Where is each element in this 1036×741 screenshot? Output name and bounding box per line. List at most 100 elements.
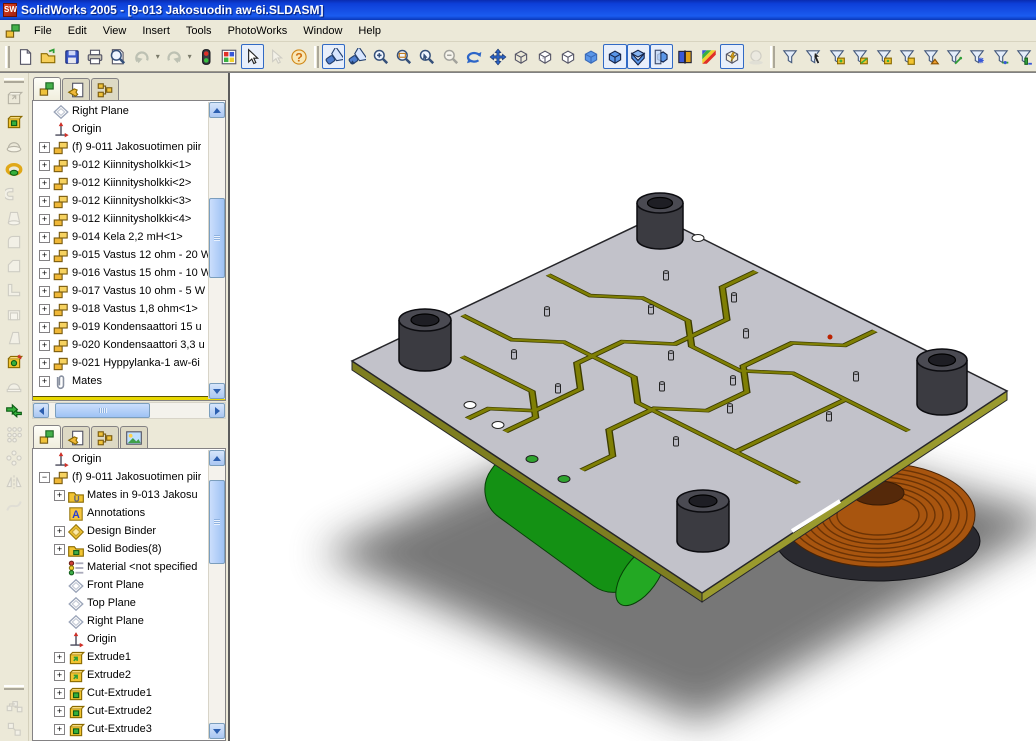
tree-item[interactable]: +9-021 Hyppylanka-1 aw-6i	[33, 354, 208, 372]
tree-item[interactable]: +9-012 Kiinnitysholkki<2>	[33, 174, 208, 192]
menu-file[interactable]: File	[26, 22, 60, 40]
tree-item[interactable]: +9-014 Kela 2,2 mH<1>	[33, 228, 208, 246]
hole-wizard-button[interactable]	[2, 350, 27, 374]
shaded-button[interactable]	[627, 44, 650, 69]
tree-item[interactable]: +Design Binder	[33, 522, 208, 540]
render-colors-button[interactable]	[697, 44, 720, 69]
expand-toggle[interactable]: +	[39, 142, 50, 153]
tree-item[interactable]: +9-012 Kiinnitysholkki<1>	[33, 156, 208, 174]
tree-item[interactable]: +9-016 Vastus 15 ohm - 10 W	[33, 264, 208, 282]
menu-insert[interactable]: Insert	[134, 22, 178, 40]
print-preview-button[interactable]	[107, 44, 130, 69]
tree-item[interactable]: AAnnotations	[33, 504, 208, 522]
pan-button[interactable]	[486, 44, 509, 69]
tree-item[interactable]: Front Plane	[33, 576, 208, 594]
extruded-cut-button[interactable]	[2, 110, 27, 134]
scroll-up-button[interactable]	[209, 102, 225, 118]
tree-item[interactable]: Origin	[33, 630, 208, 648]
toolbar-grip[interactable]	[770, 46, 775, 68]
menu-photoworks[interactable]: PhotoWorks	[220, 22, 296, 40]
toolbar-grip[interactable]	[4, 78, 24, 83]
filter-faces-button[interactable]	[825, 44, 848, 69]
expand-toggle[interactable]: +	[39, 214, 50, 225]
expand-toggle[interactable]: +	[54, 670, 65, 681]
tree-item[interactable]: +9-018 Vastus 1,8 ohm<1>	[33, 300, 208, 318]
section-view-button[interactable]	[650, 44, 673, 69]
tree-item[interactable]: +Cut-Extrude1	[33, 684, 208, 702]
filter-surface-bodies-button[interactable]	[919, 44, 942, 69]
expand-toggle[interactable]: +	[54, 526, 65, 537]
rollback-bar[interactable]	[33, 396, 225, 400]
expand-toggle[interactable]: +	[54, 688, 65, 699]
move-component-button[interactable]	[2, 398, 27, 422]
tree-item[interactable]: −(f) 9-011 Jakosuotimen piir	[33, 468, 208, 486]
horizontal-scrollbar[interactable]	[32, 402, 226, 419]
featuremanager-tab[interactable]	[33, 425, 61, 448]
save-button[interactable]	[60, 44, 83, 69]
filter-solid-bodies-button[interactable]	[895, 44, 918, 69]
scroll-left-button[interactable]	[33, 403, 49, 418]
expand-toggle[interactable]: +	[39, 322, 50, 333]
tree-item[interactable]: +Extrude2	[33, 666, 208, 684]
filter-vertices-button[interactable]	[872, 44, 895, 69]
help-button[interactable]: ?	[288, 44, 311, 69]
featuremanager-tab[interactable]	[33, 77, 61, 100]
expand-toggle[interactable]: +	[54, 652, 65, 663]
expand-toggle[interactable]: +	[39, 286, 50, 297]
scroll-up-button[interactable]	[209, 450, 225, 466]
revolved-cut-button[interactable]	[2, 158, 27, 182]
tree-item[interactable]: Right Plane	[33, 612, 208, 630]
expand-toggle[interactable]: −	[39, 472, 50, 483]
scroll-thumb[interactable]	[55, 403, 150, 418]
print-button[interactable]	[83, 44, 106, 69]
zoom-in-out-button[interactable]	[369, 44, 392, 69]
graphics-viewport[interactable]	[228, 73, 1036, 741]
propertymanager-tab[interactable]	[62, 78, 90, 100]
menu-tools[interactable]: Tools	[178, 22, 220, 40]
expand-toggle[interactable]: +	[39, 178, 50, 189]
rebuild-button[interactable]	[194, 44, 217, 69]
filter-axes-button[interactable]	[942, 44, 965, 69]
tree-item[interactable]: Origin	[33, 120, 208, 138]
tree-item[interactable]: Material <not specified	[33, 558, 208, 576]
expand-toggle[interactable]: +	[54, 706, 65, 717]
toolbar-grip[interactable]	[4, 685, 24, 690]
hidden-lines-visible-button[interactable]	[533, 44, 556, 69]
tree-item[interactable]: +9-012 Kiinnitysholkki<3>	[33, 192, 208, 210]
expand-toggle[interactable]: +	[39, 340, 50, 351]
open-button[interactable]	[36, 44, 59, 69]
filter-midpoints-button[interactable]	[989, 44, 1012, 69]
expand-toggle[interactable]: +	[39, 196, 50, 207]
clear-all-filters-button[interactable]	[802, 44, 825, 69]
hidden-lines-removed-button[interactable]	[556, 44, 579, 69]
scroll-thumb[interactable]	[209, 198, 225, 278]
expand-toggle[interactable]: +	[39, 250, 50, 261]
menu-view[interactable]: View	[95, 22, 135, 40]
toolbar-grip[interactable]	[314, 46, 319, 68]
expand-toggle[interactable]: +	[54, 490, 65, 501]
filter-toggle-button[interactable]	[778, 44, 801, 69]
toolbar-grip[interactable]	[5, 46, 10, 68]
zoom-to-selection-button[interactable]	[416, 44, 439, 69]
expand-toggle[interactable]: +	[54, 724, 65, 735]
menu-edit[interactable]: Edit	[60, 22, 95, 40]
tree-item[interactable]: +Cut-Extrude2	[33, 702, 208, 720]
realview-graphics-button[interactable]	[720, 44, 743, 69]
previous-view-button[interactable]	[345, 44, 368, 69]
expand-toggle[interactable]: +	[39, 358, 50, 369]
curvature-button[interactable]	[673, 44, 696, 69]
vertical-scrollbar[interactable]	[208, 450, 225, 739]
shaded-no-edges-button[interactable]	[580, 44, 603, 69]
propertymanager-tab[interactable]	[62, 426, 90, 448]
zoom-to-fit-button[interactable]	[322, 44, 345, 69]
tree-item[interactable]: +9-019 Kondensaattori 15 u	[33, 318, 208, 336]
wireframe-button[interactable]	[509, 44, 532, 69]
expand-toggle[interactable]: +	[54, 544, 65, 555]
menu-help[interactable]: Help	[350, 22, 389, 40]
tree-item[interactable]: +Solid Bodies(8)	[33, 540, 208, 558]
select-button[interactable]	[241, 44, 264, 69]
tree-item[interactable]: +9-012 Kiinnitysholkki<4>	[33, 210, 208, 228]
expand-toggle[interactable]: +	[39, 232, 50, 243]
rendermanager-tab[interactable]	[120, 426, 148, 448]
expand-toggle[interactable]: +	[39, 268, 50, 279]
